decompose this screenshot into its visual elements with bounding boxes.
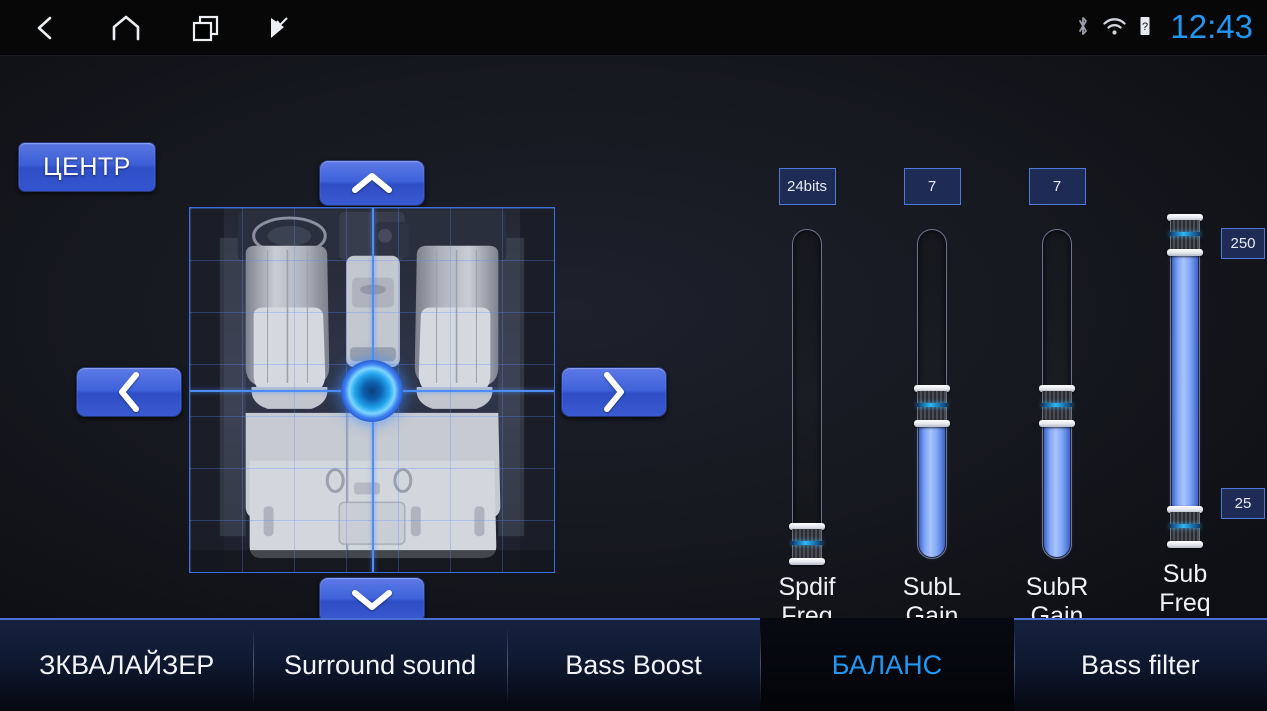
- balance-screen: ЦЕНТР 24bits Spdif Freq 7 SubL Gain 7 Su…: [0, 56, 1267, 630]
- thumb-indicator: [1042, 403, 1072, 407]
- balance-up-button[interactable]: [319, 160, 425, 206]
- spdif-freq-value[interactable]: 24bits: [778, 168, 836, 205]
- sub-freq-lower-value[interactable]: 25: [1221, 488, 1265, 519]
- tab-surround-sound-label: Surround sound: [284, 650, 477, 680]
- thumb-indicator: [917, 403, 947, 407]
- balance-position-handle[interactable]: [341, 360, 403, 422]
- thumb-indicator: [1170, 524, 1200, 528]
- tab-equalizer-label: ЗКВАЛАЙЗЕР: [39, 650, 215, 680]
- clock: 12:43: [1170, 8, 1253, 45]
- slider-subr-gain: 7 SubR Gain: [992, 168, 1122, 631]
- balance-down-button[interactable]: [319, 577, 425, 623]
- battery-icon: ?: [1138, 15, 1152, 42]
- slider-sub-freq: 250 25 Sub Freq: [1120, 168, 1265, 618]
- subl-gain-value[interactable]: 7: [903, 168, 961, 205]
- tab-bass-boost-label: Bass Boost: [565, 650, 702, 680]
- center-button-label: ЦЕНТР: [43, 152, 131, 181]
- subr-gain-track[interactable]: [1039, 229, 1075, 559]
- spdif-freq-track[interactable]: [789, 229, 825, 565]
- subr-gain-label-line1: SubR: [1025, 573, 1089, 601]
- slider-subl-gain: 7 SubL Gain: [867, 168, 997, 631]
- sub-freq-lower-thumb[interactable]: [1167, 506, 1203, 548]
- back-icon[interactable]: [14, 0, 76, 56]
- sub-freq-upper-value[interactable]: 250: [1221, 228, 1265, 259]
- thumb-cap-bottom: [1167, 249, 1203, 256]
- slider-spdif-freq: 24bits Spdif Freq: [742, 168, 872, 631]
- balance-right-button[interactable]: [561, 367, 667, 417]
- volume-flag-icon[interactable]: [248, 0, 310, 56]
- balance-left-button[interactable]: [76, 367, 182, 417]
- bottom-tab-bar: ЗКВАЛАЙЗЕР Surround sound Bass Boost БАЛ…: [0, 618, 1267, 711]
- tab-bass-boost[interactable]: Bass Boost: [506, 618, 761, 711]
- spdif-freq-track-bg: [792, 229, 822, 559]
- chevron-right-icon: [601, 370, 627, 414]
- sub-freq-label: Sub Freq: [1120, 560, 1250, 618]
- tab-balance-label: БАЛАНС: [831, 650, 943, 680]
- subl-gain-label-line1: SubL: [902, 573, 962, 601]
- subl-gain-fill: [919, 406, 945, 557]
- chevron-down-icon: [349, 587, 395, 613]
- sub-freq-upper-thumb[interactable]: [1167, 214, 1203, 256]
- subr-gain-thumb[interactable]: [1039, 385, 1075, 427]
- thumb-indicator: [792, 541, 822, 545]
- home-icon[interactable]: [95, 0, 157, 56]
- chevron-left-icon: [116, 370, 142, 414]
- thumb-cap-bottom: [1039, 420, 1075, 427]
- tab-bass-filter-label: Bass filter: [1081, 650, 1200, 680]
- tab-bass-filter[interactable]: Bass filter: [1013, 618, 1267, 711]
- wifi-icon: [1102, 16, 1127, 41]
- thumb-cap-bottom: [789, 558, 825, 565]
- car-balance-map[interactable]: [189, 207, 555, 573]
- status-bar: ? 12:43: [0, 0, 1267, 56]
- subl-gain-thumb[interactable]: [914, 385, 950, 427]
- bluetooth-icon: [1075, 14, 1091, 43]
- spdif-freq-label-line1: Spdif: [778, 573, 836, 601]
- subr-gain-fill: [1044, 406, 1070, 557]
- sub-freq-fill: [1172, 236, 1198, 524]
- sub-freq-label-line2: Freq: [1159, 589, 1211, 617]
- svg-text:?: ?: [1142, 21, 1148, 33]
- spdif-freq-thumb[interactable]: [789, 523, 825, 565]
- tab-equalizer[interactable]: ЗКВАЛАЙЗЕР: [0, 618, 254, 711]
- system-icons: ? 12:43: [1075, 0, 1253, 56]
- sub-freq-label-line1: Sub: [1162, 560, 1208, 588]
- thumb-cap-bottom: [914, 420, 950, 427]
- subr-gain-value[interactable]: 7: [1028, 168, 1086, 205]
- thumb-indicator: [1170, 232, 1200, 236]
- tab-surround-sound[interactable]: Surround sound: [253, 618, 507, 711]
- sub-freq-track[interactable]: 250 25: [1167, 214, 1265, 548]
- recents-icon[interactable]: [175, 0, 237, 56]
- subl-gain-track[interactable]: [914, 229, 950, 559]
- thumb-cap-bottom: [1167, 541, 1203, 548]
- chevron-up-icon: [349, 170, 395, 196]
- center-button[interactable]: ЦЕНТР: [18, 142, 156, 192]
- tab-balance[interactable]: БАЛАНС: [760, 618, 1014, 711]
